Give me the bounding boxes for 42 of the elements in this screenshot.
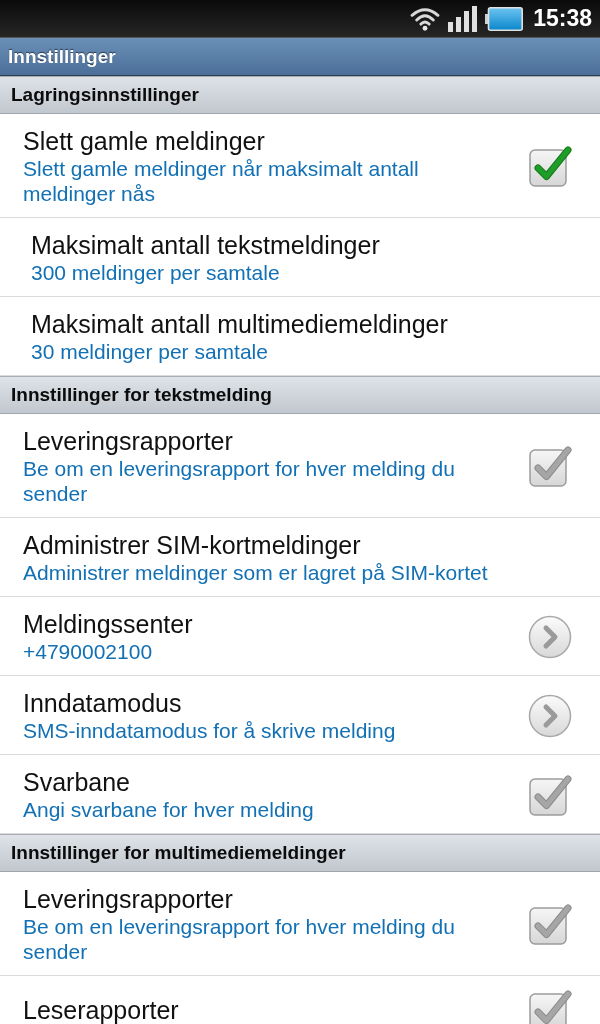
setting-title: Maksimalt antall multimediemeldinger xyxy=(31,309,449,339)
setting-title: Leveringsrapporter xyxy=(23,426,234,456)
setting-title: Meldingssenter xyxy=(23,609,194,639)
section-title: Innstillinger for multimediemeldinger xyxy=(11,842,346,864)
signal-icon xyxy=(448,5,479,32)
setting-row[interactable]: Meldingssenter +4790002100 xyxy=(0,597,600,676)
setting-summary: Slett gamle meldinger når maksimalt antall meldinger nås xyxy=(23,156,420,206)
setting-row[interactable]: Maksimalt antall tekstmeldinger 300 meldinger per samtale xyxy=(0,218,600,297)
setting-summary: Be om en leveringsrapport for hver melding du sender xyxy=(23,456,456,506)
setting-summary: Administrer meldinger som er lagret på SIM-kortet xyxy=(23,560,489,585)
screen-title: Innstillinger xyxy=(8,45,116,68)
setting-row[interactable]: Administrer SIM-kortmeldinger Administrer meldinger som er lagret på SIM-kortet xyxy=(0,518,600,597)
setting-summary: 30 meldinger per samtale xyxy=(31,339,269,364)
chevron-circle-icon xyxy=(528,693,572,738)
setting-summary: +4790002100 xyxy=(23,639,154,664)
setting-title: Slett gamle meldinger xyxy=(23,126,266,156)
setting-title: Leserapporter xyxy=(23,995,180,1024)
setting-summary: SMS-inndatamodus for å skrive melding xyxy=(23,718,397,743)
setting-summary: Be om en leveringsrapport for hver melding du sender xyxy=(23,914,456,964)
setting-title: Leveringsrapporter xyxy=(23,884,234,914)
wifi-icon xyxy=(410,6,441,31)
setting-row[interactable]: Leserapporter xyxy=(0,976,600,1024)
section-title: Lagringsinnstillinger xyxy=(11,84,199,106)
checkbox[interactable] xyxy=(528,772,572,817)
checkbox[interactable] xyxy=(528,902,572,946)
battery-icon xyxy=(485,6,524,31)
setting-row[interactable]: Leveringsrapporter Be om en leveringsrapport for hver melding du sender xyxy=(0,414,600,518)
checkbox[interactable] xyxy=(528,444,572,488)
setting-row[interactable]: Inndatamodus SMS-inndatamodus for å skrive melding xyxy=(0,676,600,755)
setting-summary: 300 meldinger per samtale xyxy=(31,260,281,285)
setting-row[interactable]: Slett gamle meldinger Slett gamle meldinger når maksimalt antall meldinger nås xyxy=(0,114,600,218)
status-time: 15:38 xyxy=(533,5,592,32)
setting-title: Administrer SIM-kortmeldinger xyxy=(23,530,362,560)
setting-title: Maksimalt antall tekstmeldinger xyxy=(31,230,381,260)
setting-title: Inndatamodus xyxy=(23,688,183,718)
chevron-circle-icon xyxy=(528,614,572,659)
setting-summary: Angi svarbane for hver melding xyxy=(23,797,315,822)
setting-row[interactable]: Leveringsrapporter Be om en leveringsrapport for hver melding du sender xyxy=(0,872,600,976)
checkbox[interactable] xyxy=(528,144,572,188)
checkbox[interactable] xyxy=(528,988,572,1024)
setting-title: Svarbane xyxy=(23,767,132,797)
section-title: Innstillinger for tekstmelding xyxy=(11,384,272,406)
